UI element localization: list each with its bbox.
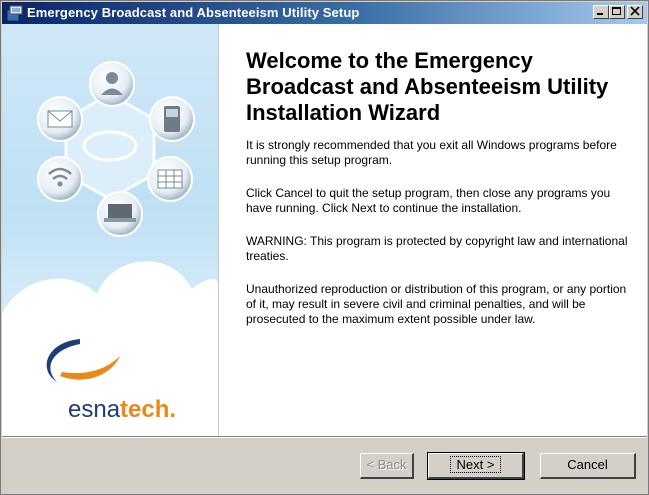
setup-window: Emergency Broadcast and Absenteeism Util… <box>0 0 649 495</box>
mail-icon <box>37 96 83 142</box>
maximize-button[interactable] <box>609 5 625 19</box>
close-button[interactable] <box>627 5 643 19</box>
cancel-button[interactable]: Cancel <box>540 453 636 479</box>
legal-text: Unauthorized reproduction or distributio… <box>246 282 627 326</box>
calendar-icon <box>147 156 193 202</box>
banner-art <box>2 61 218 436</box>
warning-text: WARNING: This program is protected by co… <box>246 234 628 263</box>
next-button[interactable]: Next > <box>427 452 525 480</box>
laptop-icon <box>97 191 143 237</box>
side-banner: esnatech. <box>2 24 218 436</box>
recommendation-text: It is strongly recommended that you exit… <box>246 138 617 167</box>
next-button-label: Next > <box>449 456 502 473</box>
minimize-icon <box>597 13 603 15</box>
welcome-heading: Welcome to the Emergency Broadcast and A… <box>246 48 609 125</box>
phone-icon <box>149 96 195 142</box>
instructions-text: Click Cancel to quit the setup program, … <box>246 186 611 215</box>
welcome-content: Welcome to the Emergency Broadcast and A… <box>246 48 636 327</box>
logo-text-esna: esna <box>68 396 121 423</box>
person-icon <box>89 61 135 107</box>
back-button[interactable]: < Back <box>360 453 414 479</box>
minimize-button[interactable] <box>593 5 609 19</box>
close-icon <box>630 6 640 16</box>
wifi-icon <box>37 156 83 202</box>
installer-icon <box>6 5 23 22</box>
maximize-icon <box>612 7 621 15</box>
logo-text-tech: tech <box>120 396 170 423</box>
wizard-body: esnatech. Welcome to the Emergency Broad… <box>2 24 647 436</box>
button-area-separator-highlight <box>2 437 647 438</box>
title-bar[interactable]: Emergency Broadcast and Absenteeism Util… <box>2 2 647 24</box>
logo-dot: . <box>169 396 177 423</box>
window-title: Emergency Broadcast and Absenteeism Util… <box>27 5 360 20</box>
banner-divider <box>218 24 219 436</box>
esnatech-logo: esnatech. <box>68 397 176 423</box>
